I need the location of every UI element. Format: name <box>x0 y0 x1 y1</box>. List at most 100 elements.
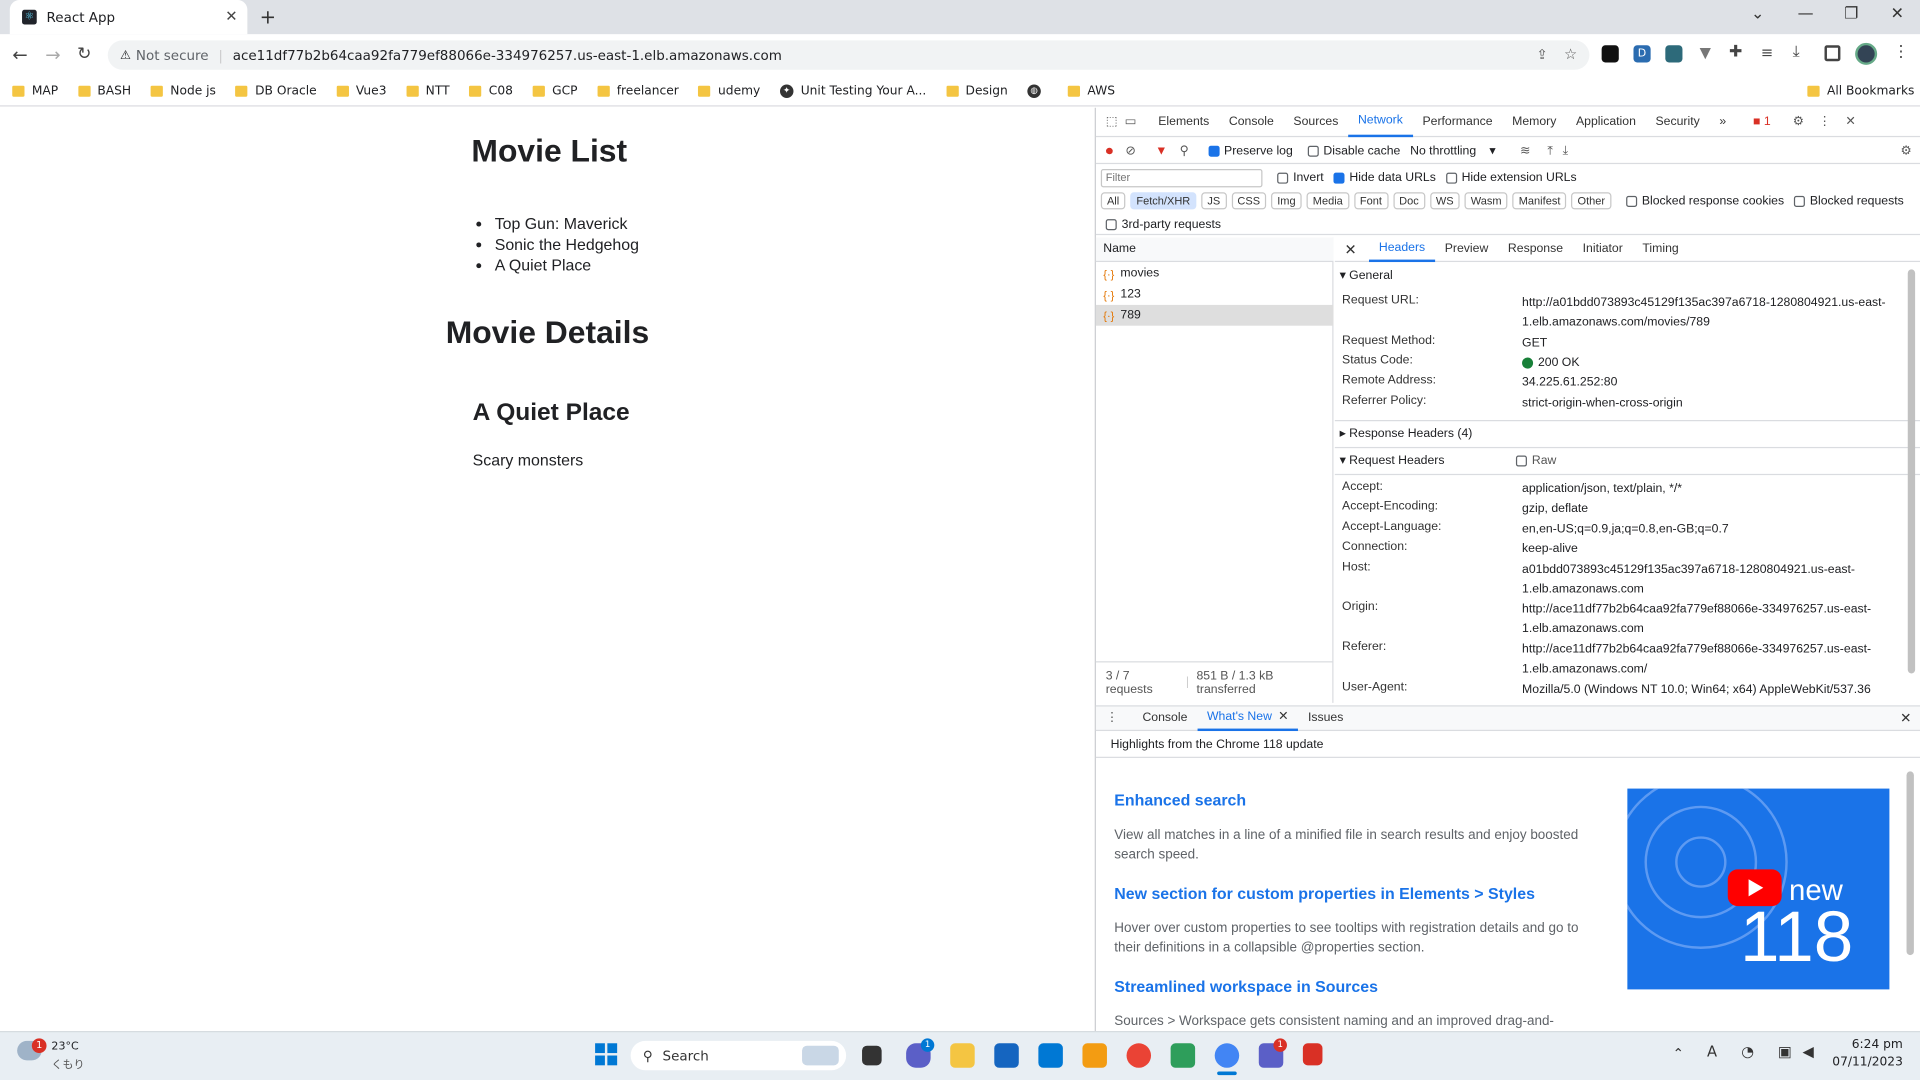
close-tab-icon[interactable]: ✕ <box>225 7 237 24</box>
type-filter-js[interactable]: JS <box>1201 192 1227 210</box>
type-filter-fetch-xhr[interactable]: Fetch/XHR <box>1130 192 1197 210</box>
close-devtools-icon[interactable]: ✕ <box>1845 115 1855 128</box>
extension-v-icon[interactable]: ▼ <box>1700 44 1711 61</box>
type-filter-font[interactable]: Font <box>1353 192 1389 210</box>
vscode-icon[interactable] <box>1038 1043 1063 1068</box>
clock-date[interactable]: 07/11/2023 <box>1832 1056 1903 1069</box>
whats-new-video-thumbnail[interactable]: new 118 <box>1627 788 1890 990</box>
throttling-select[interactable]: No throttling ▾ <box>1410 144 1495 157</box>
more-tabs-icon[interactable]: » <box>1710 107 1736 136</box>
invert-checkbox[interactable] <box>1277 172 1289 184</box>
whats-new-item-title[interactable]: Streamlined workspace in Sources <box>1114 977 1378 995</box>
response-headers-toggle[interactable]: ▸ Response Headers (4) <box>1340 427 1473 440</box>
file-explorer-icon[interactable] <box>950 1043 975 1068</box>
movie-item[interactable]: Top Gun: Maverick <box>495 213 639 234</box>
bookmark-nodejs[interactable]: Node js <box>150 84 216 97</box>
clock-time[interactable]: 6:24 pm <box>1837 1038 1903 1051</box>
filter-icon[interactable]: ▼ <box>1155 144 1167 157</box>
whats-new-item-title[interactable]: New section for custom properties in Ele… <box>1114 884 1535 902</box>
security-label[interactable]: Not secure <box>136 47 209 63</box>
whats-new-scrollbar[interactable] <box>1906 771 1914 956</box>
error-count-badge[interactable]: ■ 1 <box>1753 115 1771 128</box>
chrome-menu-icon[interactable]: ⋮ <box>1893 43 1909 61</box>
share-icon[interactable]: ⇪ <box>1536 47 1547 63</box>
tab-network[interactable]: Network <box>1348 107 1413 137</box>
preserve-log-checkbox[interactable] <box>1208 145 1220 157</box>
bookmark-bash[interactable]: BASH <box>77 84 131 97</box>
close-details-icon[interactable]: ✕ <box>1345 241 1357 258</box>
back-icon[interactable]: ← <box>12 44 27 66</box>
all-bookmarks[interactable]: All Bookmarks <box>1807 84 1914 98</box>
new-tab-icon[interactable]: + <box>260 5 276 28</box>
profile-avatar[interactable] <box>1855 42 1878 65</box>
snipping-tool-icon[interactable] <box>1302 1043 1323 1066</box>
bookmark-design[interactable]: Design <box>945 84 1008 97</box>
tab-search-icon[interactable]: ⌄ <box>1751 5 1764 23</box>
browser-tab[interactable]: ⚛ React App ✕ <box>9 0 248 35</box>
bookmark-db-oracle[interactable]: DB Oracle <box>235 84 317 97</box>
tab-preview[interactable]: Preview <box>1435 238 1498 262</box>
extension-pen-icon[interactable] <box>1601 45 1619 63</box>
blocked-cookies-checkbox[interactable] <box>1625 195 1637 207</box>
close-drawer-icon[interactable]: ✕ <box>1900 710 1911 726</box>
devtools-menu-icon[interactable]: ⋮ <box>1818 115 1830 128</box>
bookmark-ntt[interactable]: NTT <box>406 84 450 97</box>
movie-item[interactable]: A Quiet Place <box>495 255 639 276</box>
type-filter-img[interactable]: Img <box>1271 192 1302 210</box>
request-row-selected[interactable]: {·} 789 <box>1095 304 1334 326</box>
whats-new-item-title[interactable]: Enhanced search <box>1114 791 1246 809</box>
tab-console[interactable]: Console <box>1219 107 1284 136</box>
request-row[interactable]: {·} 123 <box>1096 284 1334 305</box>
tab-headers[interactable]: Headers <box>1369 238 1435 262</box>
type-filter-doc[interactable]: Doc <box>1393 192 1425 210</box>
type-filter-other[interactable]: Other <box>1571 192 1612 210</box>
bookmark-globe[interactable]: ◍ <box>1027 83 1048 98</box>
drawer-tab-whats-new[interactable]: What's New ✕ <box>1197 706 1299 731</box>
type-filter-manifest[interactable]: Manifest <box>1512 192 1567 210</box>
export-har-icon[interactable]: ⤓ <box>1563 144 1568 157</box>
address-bar[interactable]: ⚠ Not secure | ace11df77b2b64caa92fa779e… <box>107 40 1590 70</box>
tab-initiator[interactable]: Initiator <box>1573 238 1633 262</box>
third-party-checkbox[interactable] <box>1105 218 1117 230</box>
disable-cache-checkbox[interactable] <box>1307 145 1319 157</box>
extensions-puzzle-icon[interactable]: ✚ <box>1729 43 1742 61</box>
close-window-icon[interactable]: ✕ <box>1891 5 1904 23</box>
chrome-active-icon[interactable] <box>1214 1043 1240 1068</box>
restore-icon[interactable]: ❐ <box>1844 5 1858 23</box>
blocked-requests-checkbox[interactable] <box>1793 195 1805 207</box>
bookmark-vue3[interactable]: Vue3 <box>336 84 387 97</box>
tab-application[interactable]: Application <box>1566 107 1645 136</box>
side-panel-icon[interactable] <box>1824 45 1841 62</box>
task-view-icon[interactable] <box>862 1045 882 1066</box>
network-icon[interactable]: ▣ <box>1778 1043 1792 1060</box>
url-text[interactable]: ace11df77b2b64caa92fa779ef88066e-3349762… <box>233 47 782 63</box>
tab-timing[interactable]: Timing <box>1633 238 1689 262</box>
network-settings-icon[interactable]: ⚙ <box>1900 144 1911 157</box>
inspect-icon[interactable]: ⬚ <box>1106 115 1118 128</box>
search-icon[interactable]: ⚲ <box>1180 144 1189 157</box>
name-column-header[interactable]: Name <box>1095 237 1334 263</box>
extension-grid-icon[interactable] <box>1665 45 1683 63</box>
type-filter-wasm[interactable]: Wasm <box>1464 192 1508 210</box>
bookmark-map[interactable]: MAP <box>12 84 58 97</box>
record-icon[interactable]: ⏺ <box>1106 142 1113 160</box>
request-headers-toggle[interactable]: ▾ Request Headers <box>1340 454 1445 467</box>
extension-d-icon[interactable]: D <box>1633 45 1651 63</box>
forward-icon[interactable]: → <box>45 44 60 66</box>
taskbar-search[interactable]: ⚲ Search <box>630 1040 847 1071</box>
tab-memory[interactable]: Memory <box>1502 107 1566 136</box>
weather-temp[interactable]: 23°C <box>51 1041 78 1053</box>
type-filter-css[interactable]: CSS <box>1231 192 1267 210</box>
settings-icon[interactable]: ⚙ <box>1793 115 1804 128</box>
sublime-text-icon[interactable] <box>1082 1043 1107 1068</box>
tab-performance[interactable]: Performance <box>1413 107 1503 136</box>
raw-checkbox[interactable] <box>1515 455 1527 467</box>
minimize-icon[interactable]: — <box>1798 5 1814 23</box>
input-method-icon[interactable]: A <box>1707 1043 1717 1060</box>
ime-icon[interactable]: ◔ <box>1741 1043 1754 1060</box>
media-icon[interactable]: ≡ <box>1761 44 1773 61</box>
clear-icon[interactable]: ⊘ <box>1125 144 1135 157</box>
bookmark-udemy[interactable]: udemy <box>698 84 760 97</box>
close-tab-icon[interactable]: ✕ <box>1278 710 1288 723</box>
tab-sources[interactable]: Sources <box>1284 107 1349 136</box>
